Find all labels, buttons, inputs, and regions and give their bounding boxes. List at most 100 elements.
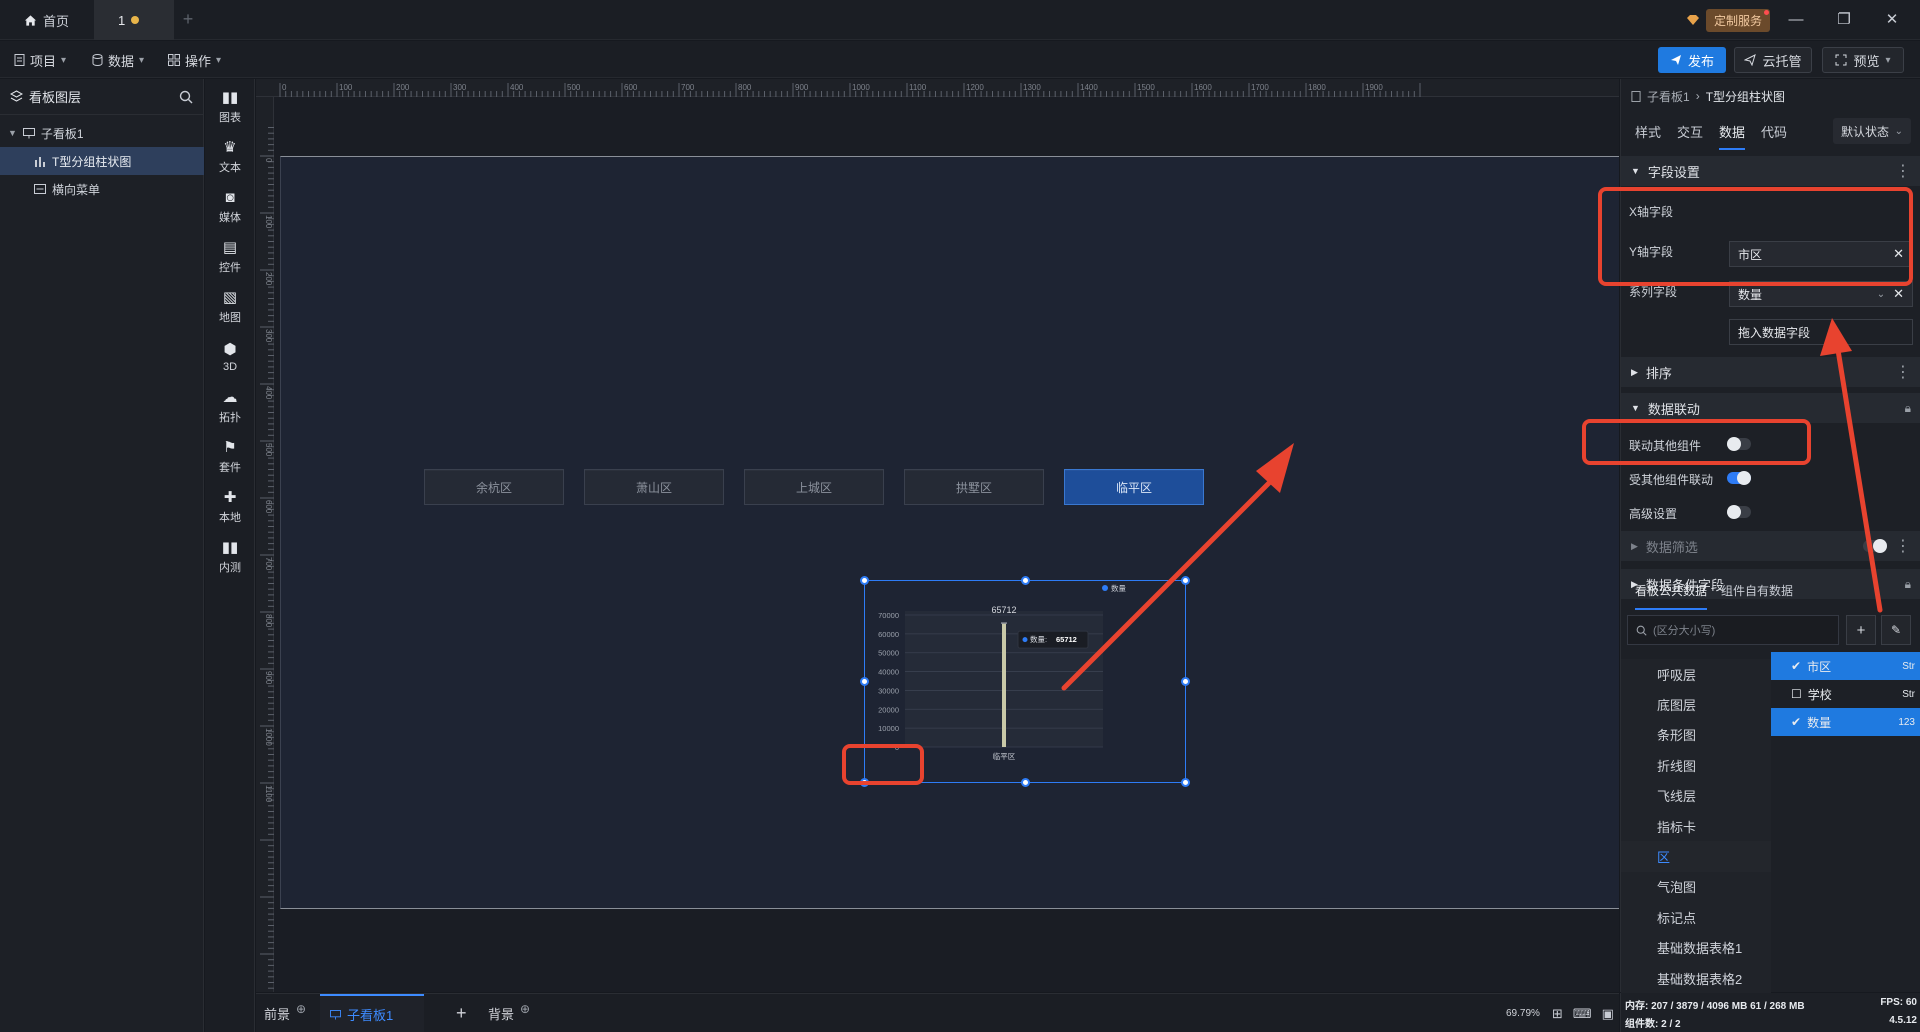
topology-icon: ☁ [222,388,238,406]
tab-sub-board[interactable]: 子看板1 [320,994,424,1032]
list-item[interactable]: 底图层 [1621,689,1771,720]
tab-interaction[interactable]: 交互 [1677,122,1703,141]
tool-kit[interactable]: ⚑ 套件 [205,432,255,482]
list-item[interactable]: 飞线层 [1621,780,1771,811]
component-count: 组件数: 2 / 2 [1625,1019,1681,1030]
list-item[interactable]: 气泡图 [1621,871,1771,903]
menu-project[interactable]: 项目 ▾ [14,50,66,70]
tab-foreground[interactable]: 前景 ⊕ [264,994,306,1032]
series-field-dropzone[interactable]: 拖入数据字段 [1729,319,1913,345]
add-data-button[interactable]: + [1846,615,1876,645]
tool-beta[interactable]: ▮▮ 内测 [205,532,255,582]
tool-label: 控件 [219,261,241,274]
chevron-down-icon: ▾ [216,54,222,66]
menu-operation[interactable]: 操作 ▾ [168,50,221,70]
canvas-area[interactable]: 0 100 200 300 400 500 600 700 800 900 1000 1100 1200… [256,79,1619,992]
chevron-down-icon[interactable]: ⌄ [1877,289,1885,300]
layer-item-sub-board[interactable]: ▼ 子看板1 [0,119,203,147]
tab-public-data[interactable]: 看板公共数据 [1635,582,1708,610]
add-tab-button[interactable]: + [176,8,200,32]
more-icon[interactable]: ⋮ [1895,161,1911,181]
restore-button[interactable]: ❐ [1824,6,1864,34]
custom-service-button[interactable]: 定制服务 [1680,8,1778,32]
field-type: Str [1902,688,1915,700]
search-icon[interactable] [179,90,193,104]
kit-icon: ⚑ [223,438,237,456]
preview-button[interactable]: 预览 ▾ [1822,47,1904,73]
annotation-box-axis-fields [1598,187,1913,286]
tab-own-data[interactable]: 组件自有数据 [1721,582,1793,610]
cloud-hosting-button[interactable]: 云托管 [1734,47,1812,73]
layer-item-horizontal-menu[interactable]: 横向菜单 [0,175,203,203]
list-item[interactable]: 区 [1621,841,1771,872]
tool-map[interactable]: ▧ 地图 [205,282,255,332]
tool-local[interactable]: ✚ 本地 [205,482,255,532]
tab-document-label: 1 [118,12,126,28]
list-item[interactable]: 呼吸层 [1621,659,1771,690]
list-item[interactable]: 标记点 [1621,902,1771,933]
tool-text[interactable]: ♛ 文本 [205,132,255,182]
list-item[interactable]: 指标卡 [1621,810,1771,842]
tab-code[interactable]: 代码 [1761,122,1787,141]
breadcrumb-root[interactable]: 子看板1 [1647,88,1690,105]
field-search-input[interactable]: (区分大小写) [1627,615,1839,645]
edit-icon[interactable]: ✎ [1881,615,1911,645]
layer-label: 横向菜单 [52,182,101,197]
lock-icon[interactable]: 🔒︎ [1905,401,1911,416]
minimize-button[interactable]: — [1776,6,1816,34]
more-icon[interactable]: ⋮ [1895,362,1911,382]
field-item-school[interactable]: ☐ 学校 Str [1771,680,1920,708]
tool-label: 文本 [219,161,241,174]
tool-3d[interactable]: ⬢ 3D [205,332,255,382]
layer-label: T型分组柱状图 [52,154,132,169]
text-icon: ♛ [223,138,237,156]
field-item-district[interactable]: ✔ 市区 Str [1771,652,1920,680]
tab-background[interactable]: 背景 ⊕ [488,994,530,1032]
tab-document[interactable]: 1 [94,0,174,40]
tool-media[interactable]: ◙ 媒体 [205,182,255,232]
layer-item-bar-chart[interactable]: T型分组柱状图 [0,147,204,175]
tool-topology[interactable]: ☁ 拓扑 [205,382,255,432]
keyboard-icon[interactable]: ⌨ [1573,1006,1592,1022]
list-item[interactable]: 基础数据表格1 [1621,932,1771,963]
more-icon[interactable]: ⋮ [1895,536,1911,556]
clear-icon[interactable]: ✕ [1893,286,1904,302]
send-icon [1744,54,1757,66]
data-filter-toggle[interactable] [1863,539,1887,553]
zoom-level[interactable]: 69.79% [1506,994,1540,1032]
series-field-placeholder: 拖入数据字段 [1738,325,1811,340]
tab-style[interactable]: 样式 [1635,122,1661,141]
add-sub-board-button[interactable]: + [456,994,467,1032]
tab-data[interactable]: 数据 [1719,122,1746,150]
state-select[interactable]: 默认状态 ⌄ [1833,118,1911,144]
close-window-button[interactable]: ✕ [1872,6,1912,34]
menu-project-label: 项目 [30,53,57,69]
tool-label: 内测 [219,561,241,574]
list-item[interactable]: 条形图 [1621,719,1771,751]
tool-control[interactable]: ▤ 控件 [205,232,255,282]
terminal-icon[interactable]: ▣ [1602,1006,1614,1022]
list-item[interactable]: 基础数据表格2 [1621,962,1771,994]
tab-home[interactable]: 首页 [0,0,94,40]
chevron-down-icon: ⌄ [1894,125,1903,137]
list-item[interactable]: 折线图 [1621,750,1771,781]
add-circle-icon[interactable]: ⊕ [520,1002,530,1016]
section-sort[interactable]: ▶ 排序 ⋮ [1621,357,1920,387]
linked-by-other-toggle[interactable] [1727,471,1751,485]
publish-button[interactable]: 发布 [1658,47,1726,73]
tool-label: 套件 [219,461,241,474]
advanced-toggle[interactable] [1727,505,1751,519]
section-data-filter[interactable]: ▶ 数据筛选 ⋮ [1621,531,1920,561]
fit-screen-icon[interactable]: ⊞ [1552,1006,1563,1022]
menu-data[interactable]: 数据 ▾ [92,50,144,70]
section-field-settings[interactable]: ▼ 字段设置 ⋮ [1621,156,1920,186]
tool-chart[interactable]: ▮▮ 图表 [205,82,255,132]
layers-title: 看板图层 [29,90,82,105]
tool-label: 地图 [219,311,241,324]
field-item-count[interactable]: ✔ 数量 123 [1771,708,1920,736]
publish-label: 发布 [1687,53,1714,69]
chevron-down-icon: ▾ [1885,54,1891,66]
layers-icon [10,90,23,102]
add-circle-icon[interactable]: ⊕ [296,1002,306,1016]
memory-status: 内存: 207 / 3879 / 4096 MB 61 / 268 MB [1625,1001,1805,1012]
